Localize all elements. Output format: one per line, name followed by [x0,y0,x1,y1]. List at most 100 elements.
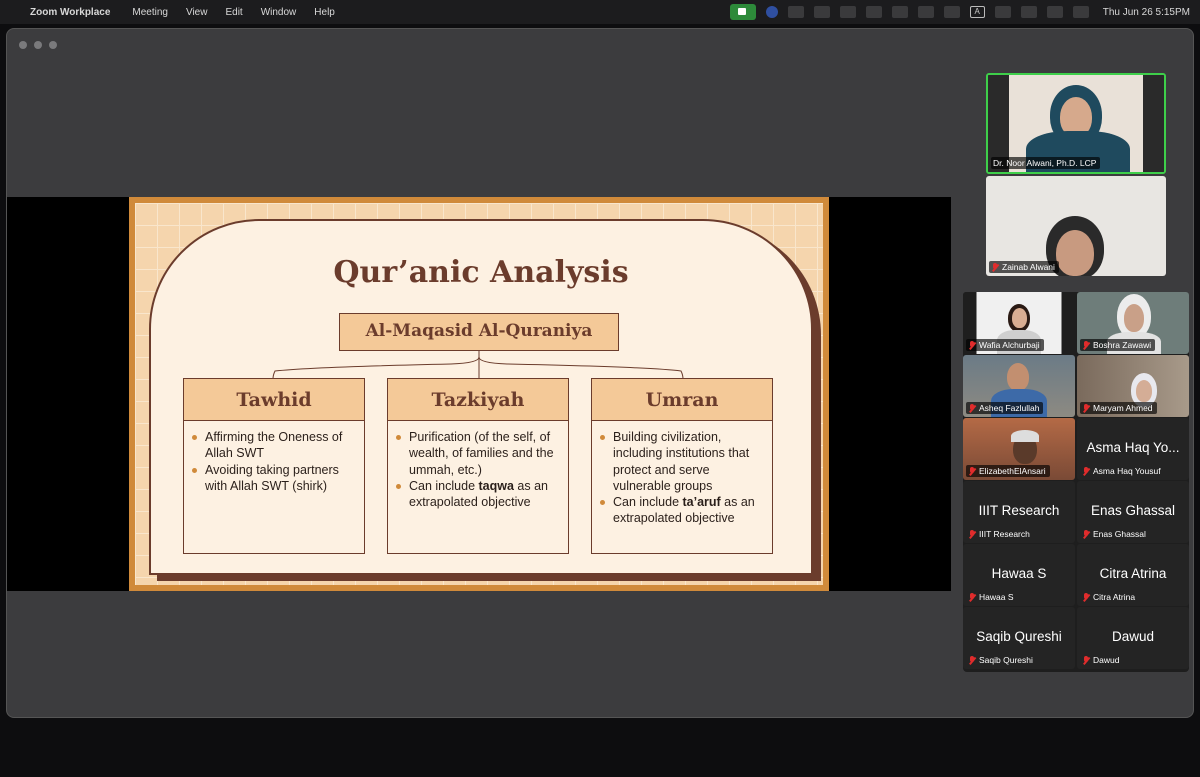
zoom-window-button[interactable] [49,41,57,49]
participant-display-name: Citra Atrina [1099,566,1167,581]
participant-tile-no-video[interactable]: IIIT Research IIIT Research [963,481,1075,543]
bullet-list: Affirming the Oneness of Allah SWT Avoid… [184,421,364,494]
participant-video-tile[interactable]: Wafia Alchurbaji [963,292,1075,354]
participant-name-tag: Dr. Noor Alwani, Ph.D. LCP [991,157,1101,169]
participant-tile-no-video[interactable]: Enas Ghassal Enas Ghassal [1077,481,1189,543]
app-menu[interactable]: Zoom Workplace [30,7,110,18]
cloud-icon[interactable] [891,6,908,18]
wifi-icon[interactable] [1020,6,1037,18]
control-center-icon[interactable] [1072,6,1089,18]
slide-title: Qur’anic Analysis [333,255,629,290]
cloud-icon[interactable] [865,6,882,18]
mic-muted-icon [968,403,976,413]
participant-name: Wafia Alchurbaji [979,340,1040,350]
circle-icon[interactable] [765,6,778,18]
bullet-item: Building civilization, including institu… [598,429,766,494]
sync-icon[interactable] [813,6,830,18]
menu-bar: Zoom Workplace Meeting View Edit Window … [0,0,1200,24]
input-source-icon[interactable]: A [969,6,985,18]
participant-name-tag: Citra Atrina [1080,591,1139,603]
bullet-list: Purification (of the self, of wealth, of… [388,421,568,510]
participant-face [1124,304,1144,332]
search-icon[interactable] [1046,6,1063,18]
mic-muted-icon [968,592,976,602]
bullet-item: Affirming the Oneness of Allah SWT [190,429,358,462]
column-umran: Umran Building civilization, including i… [591,378,773,554]
participant-name-tag: Wafia Alchurbaji [966,339,1044,351]
participant-video-tile[interactable]: Maryam Ahmed [1077,355,1189,417]
shared-screen[interactable]: Qur’anic Analysis Al-Maqasid Al-Quraniya… [7,197,951,591]
bullet-item: Purification (of the self, of wealth, of… [394,429,562,478]
participant-name: Asheq Fazlullah [979,403,1040,413]
column-tawhid: Tawhid Affirming the Oneness of Allah SW… [183,378,365,554]
zoom-video-icon[interactable] [729,4,756,20]
participant-video-tile[interactable]: Asheq Fazlullah [963,355,1075,417]
mic-muted-icon [1082,655,1090,665]
participant-tile-no-video[interactable]: Asma Haq Yo... Asma Haq Yousuf [1077,418,1189,480]
participant-display-name: Dawud [1111,629,1155,644]
close-window-button[interactable] [19,41,27,49]
menu-meeting[interactable]: Meeting [132,7,168,18]
mic-muted-icon [991,262,999,272]
participant-name-tag: IIIT Research [966,528,1034,540]
presentation-slide: Qur’anic Analysis Al-Maqasid Al-Quraniya… [129,197,829,591]
column-tazkiyah: Tazkiyah Purification (of the self, of w… [387,378,569,554]
window-controls [19,41,57,49]
mic-muted-icon [1082,403,1090,413]
participant-face [1007,363,1029,391]
mic-muted-icon [968,466,976,476]
battery-icon[interactable] [994,6,1011,18]
participant-tile-no-video[interactable]: Saqib Qureshi Saqib Qureshi [963,607,1075,669]
menu-help[interactable]: Help [314,7,335,18]
menu-edit[interactable]: Edit [225,7,242,18]
participant-face [1136,380,1152,402]
keyboard-icon[interactable] [943,6,960,18]
participant-display-name: IIIT Research [978,503,1060,518]
minimize-window-button[interactable] [34,41,42,49]
participant-display-name: Hawaa S [991,566,1047,581]
bullet-item: Avoiding taking partners with Allah SWT … [190,462,358,495]
slide-arch-panel: Qur’anic Analysis Al-Maqasid Al-Quraniya… [149,219,813,575]
speaker-video-tile[interactable]: Dr. Noor Alwani, Ph.D. LCP [986,73,1166,174]
menu-clock[interactable]: Thu Jun 26 5:15PM [1103,7,1190,18]
participant-video-tile[interactable]: Zainab Alwani [986,176,1166,276]
participant-face [1056,230,1094,276]
bullet-text: Can include [613,495,683,510]
mic-muted-icon [1082,466,1090,476]
column-heading: Tawhid [184,379,364,421]
participant-name: Zainab Alwani [1002,262,1055,272]
participant-name-tag: Hawaa S [966,591,1018,603]
participant-name: Saqib Qureshi [979,655,1033,665]
participant-name-tag: Asma Haq Yousuf [1080,465,1165,477]
mic-muted-icon [968,340,976,350]
participant-video-tile[interactable]: Boshra Zawawi [1077,292,1189,354]
mic-muted-icon [968,529,976,539]
participant-tile-no-video[interactable]: Dawud Dawud [1077,607,1189,669]
participant-name-tag: Enas Ghassal [1080,528,1150,540]
participant-tile-no-video[interactable]: Hawaa S Hawaa S [963,544,1075,606]
screenshot-icon[interactable] [917,6,934,18]
root-node: Al-Maqasid Al-Quraniya [339,313,619,351]
cloud-icon[interactable] [839,6,856,18]
participant-name-tag: Dawud [1080,654,1123,666]
mic-muted-icon [1082,340,1090,350]
zoom-meeting-window: Qur’anic Analysis Al-Maqasid Al-Quraniya… [6,28,1194,718]
participant-name: ElizabethElAnsari [979,466,1046,476]
participant-gallery: Wafia Alchurbaji Boshra Zawawi Asheq Faz… [963,292,1189,672]
participant-tile-no-video[interactable]: Citra Atrina Citra Atrina [1077,544,1189,606]
participant-display-name: Saqib Qureshi [976,629,1062,644]
participant-name: Dawud [1093,655,1120,665]
participant-display-name: Enas Ghassal [1090,503,1176,518]
mic-muted-icon [968,655,976,665]
participant-name: Boshra Zawawi [1093,340,1152,350]
participant-video-tile[interactable]: ElizabethElAnsari [963,418,1075,480]
column-heading: Tazkiyah [388,379,568,421]
menu-view[interactable]: View [186,7,208,18]
participant-name-tag: Saqib Qureshi [966,654,1037,666]
column-heading: Umran [592,379,772,421]
tree-connectors [272,351,684,380]
participant-name-tag: Zainab Alwani [989,261,1059,273]
menu-window[interactable]: Window [261,7,297,18]
participant-name: IIIT Research [979,529,1030,539]
extension-icon[interactable] [787,6,804,18]
